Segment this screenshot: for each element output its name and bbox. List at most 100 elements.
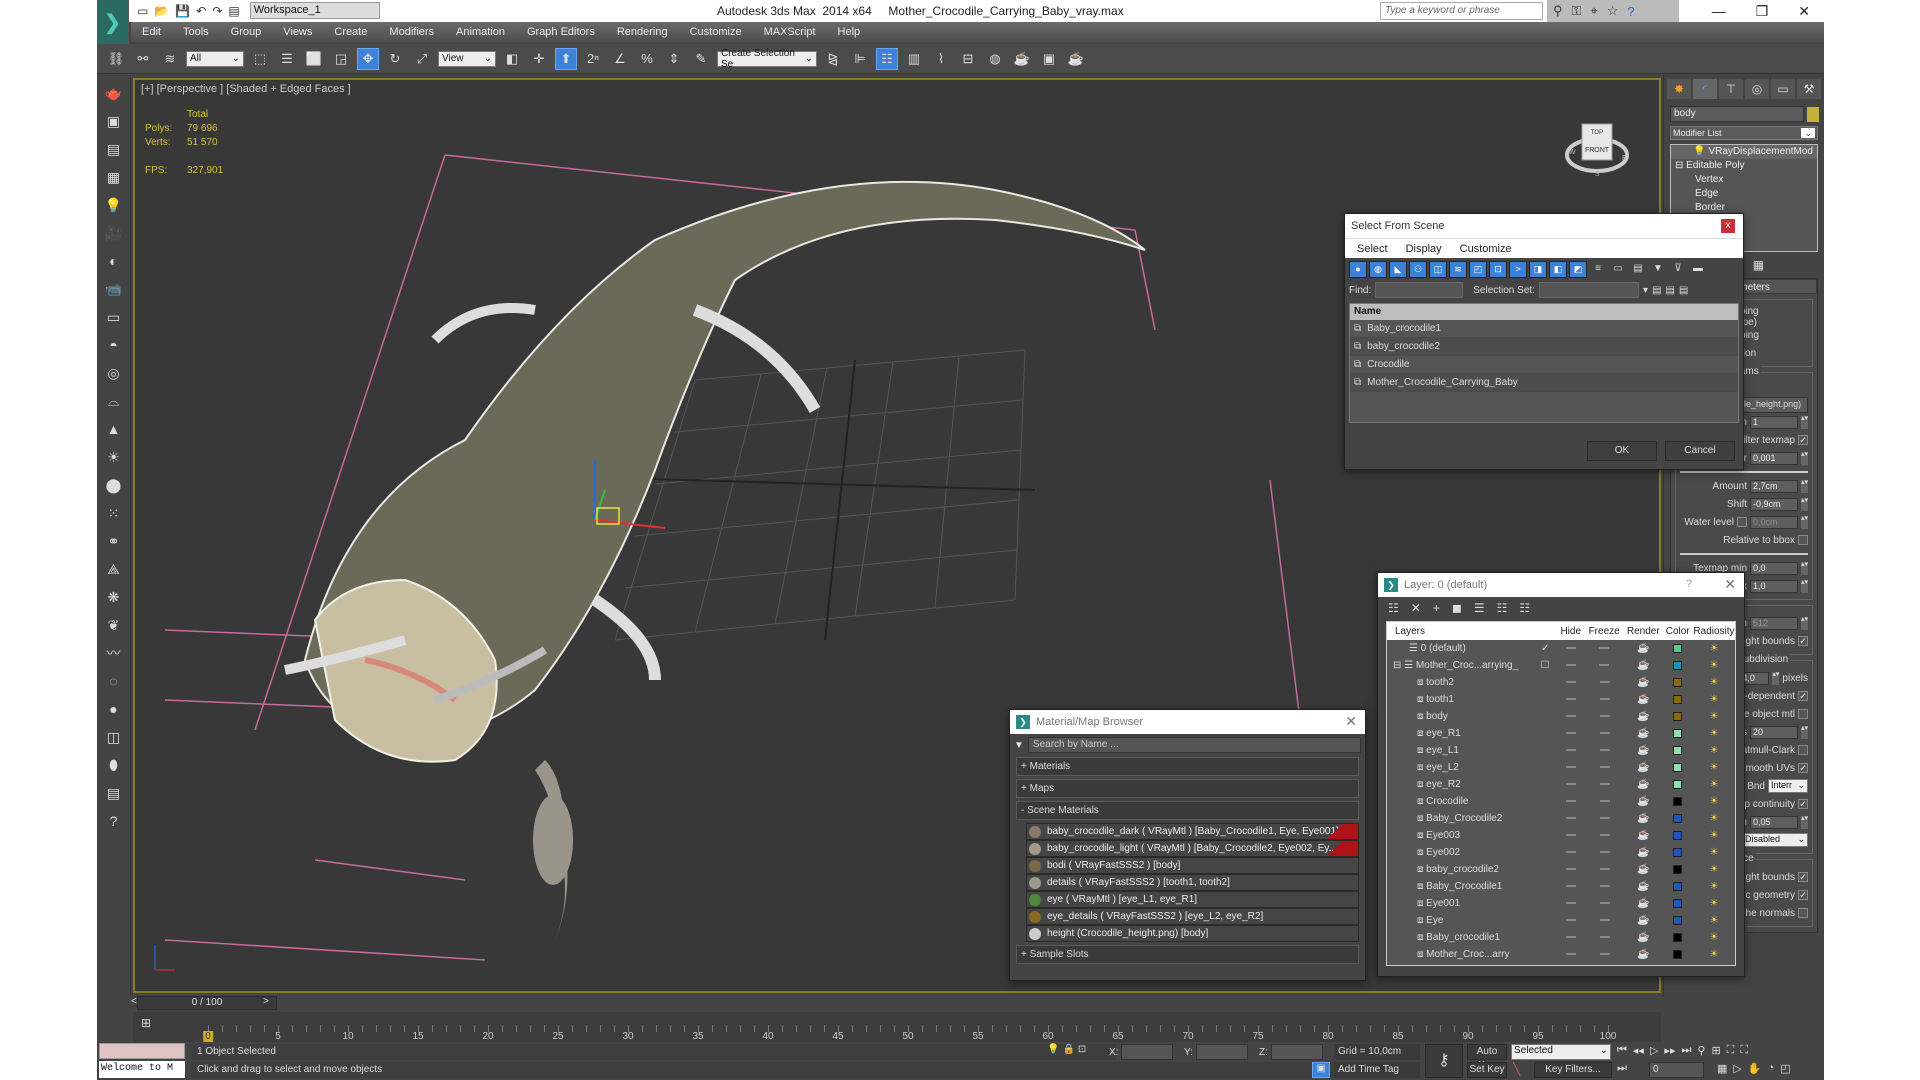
layer-color-swatch[interactable]	[1663, 899, 1693, 908]
hide-toggle[interactable]	[1558, 847, 1585, 858]
highlight-layer-icon[interactable]: ☷	[1497, 601, 1508, 615]
radiosity-icon[interactable]: ☀	[1693, 813, 1735, 824]
window-crossing-icon[interactable]: ◲	[330, 48, 352, 70]
freeze-toggle[interactable]	[1585, 932, 1625, 943]
active-layer-toggle[interactable]: ✓	[1533, 643, 1558, 654]
go-to-start-icon[interactable]: ⏮	[1617, 1044, 1627, 1057]
spinner-snap-icon[interactable]: ⇕	[663, 48, 685, 70]
edge-thresh-spinner[interactable]: 0,05	[1750, 815, 1798, 829]
select-by-name-icon[interactable]: ☰	[276, 48, 298, 70]
render-production-icon[interactable]: ☕	[1065, 48, 1087, 70]
spinner-arrows[interactable]: ▴▾	[1801, 815, 1808, 829]
y-coordinate-field[interactable]	[1195, 1044, 1248, 1060]
layer-name[interactable]: eye_R1	[1426, 728, 1460, 739]
reference-coord-dropdown[interactable]: View ⌄	[438, 50, 496, 67]
layer-row[interactable]: ⧈ Baby_Crocodile1 ☕ ☀	[1387, 878, 1735, 895]
material-list-item[interactable]: eye ( VRayMtl ) [eye_L1, eye_R1]	[1026, 891, 1359, 908]
freeze-toggle[interactable]	[1585, 881, 1625, 892]
render-teapot-icon[interactable]: ☕	[1625, 881, 1663, 892]
render-teapot-icon[interactable]: ☕	[1625, 694, 1663, 705]
radiosity-icon[interactable]: ☀	[1693, 779, 1735, 790]
spinner-arrows[interactable]: ▴▾	[1801, 479, 1808, 493]
render-teapot-icon[interactable]: ☕	[1625, 864, 1663, 875]
layer-row[interactable]: ⧈ Eye001 ☕ ☀	[1387, 895, 1735, 912]
column-radiosity[interactable]: Radiosity	[1693, 626, 1735, 637]
hair-fur-icon[interactable]: 〰	[103, 642, 125, 664]
layer-color-swatch[interactable]	[1663, 950, 1693, 959]
next-frame-icon[interactable]: ▸▸	[1664, 1044, 1675, 1057]
shapes-filter-icon[interactable]: ◍	[1369, 261, 1387, 278]
list-item[interactable]: ⧉ Mother_Crocodile_Carrying_Baby	[1350, 374, 1738, 392]
angle-snap-icon[interactable]: ∠	[609, 48, 631, 70]
material-list-item[interactable]: eye_details ( VRayFastSSS2 ) [eye_L2, ey…	[1026, 908, 1359, 925]
maximize-button[interactable]: ❐	[1756, 3, 1769, 20]
layer-row[interactable]: ⧈ tooth2 ☕ ☀	[1387, 674, 1735, 691]
material-list-item[interactable]: details ( VRayFastSSS2 ) [tooth1, tooth2…	[1026, 874, 1359, 891]
freeze-toggle[interactable]	[1585, 813, 1625, 824]
camera-alt-icon[interactable]: ◐	[103, 250, 125, 272]
layer-row[interactable]: ⧈ tooth1 ☕ ☀	[1387, 691, 1735, 708]
browser-options-icon[interactable]: ▼	[1014, 740, 1024, 751]
section-maps[interactable]: + Maps	[1016, 779, 1359, 798]
radiosity-icon[interactable]: ☀	[1693, 728, 1735, 739]
manipulate-icon[interactable]: ✛	[528, 48, 550, 70]
hide-toggle[interactable]	[1558, 864, 1585, 875]
time-tag-icon[interactable]: ▣	[1312, 1062, 1330, 1078]
isolate-icon[interactable]: 💡	[1047, 1044, 1059, 1055]
menu-display[interactable]: Display	[1406, 243, 1442, 255]
render-teapot-icon[interactable]: ☕	[1625, 847, 1663, 858]
snaps-toggle-icon[interactable]: 2ⁿ	[582, 48, 604, 70]
radiosity-icon[interactable]: ☀	[1693, 660, 1735, 671]
layer-name[interactable]: eye_R2	[1426, 779, 1460, 790]
layer-row[interactable]: ⧈ Baby_crocodile1 ☕ ☀	[1387, 929, 1735, 946]
layer-color-swatch[interactable]	[1663, 763, 1693, 772]
vray-plane-icon[interactable]: ▭	[103, 306, 125, 328]
frozen-filter-icon[interactable]: ◧	[1549, 261, 1567, 278]
play-icon[interactable]: ▷	[1650, 1044, 1658, 1057]
workspace-dropdown[interactable]: Workspace_1	[249, 2, 380, 19]
render-teapot-icon[interactable]: ☕	[1625, 898, 1663, 909]
layer-name[interactable]: eye_L1	[1426, 745, 1459, 756]
keep-continuity-checkbox[interactable]: ✓	[1798, 799, 1808, 809]
undo-icon[interactable]: ↶	[196, 4, 206, 18]
add-time-tag-button[interactable]: Add Time Tag	[1334, 1062, 1420, 1078]
binoculars-icon[interactable]: ⚲	[1553, 3, 1563, 19]
xrefs-filter-icon[interactable]: ⊡	[1489, 261, 1507, 278]
radiosity-icon[interactable]: ☀	[1693, 949, 1735, 960]
layer-row[interactable]: ⧈ body ☕ ☀	[1387, 708, 1735, 725]
material-list-item[interactable]: bodi ( VRayFastSSS2 ) [body]	[1026, 857, 1359, 874]
containers-filter-icon[interactable]: ◨	[1529, 261, 1547, 278]
search-input[interactable]: Type a keyword or phrase	[1380, 2, 1543, 20]
columns-icon[interactable]: ▬	[1689, 261, 1707, 278]
render-teapot-icon[interactable]: ☕	[1625, 949, 1663, 960]
column-layers[interactable]: Layers	[1387, 626, 1533, 637]
water-level-checkbox[interactable]	[1737, 517, 1747, 527]
link-icon[interactable]: ⛓	[105, 48, 127, 70]
cameras-filter-icon[interactable]: ⚇	[1409, 261, 1427, 278]
filter-blur-spinner[interactable]: 0,001	[1750, 451, 1798, 465]
select-object-icon[interactable]: ⬚	[249, 48, 271, 70]
mini-curve-editor-icon[interactable]: ⊞	[141, 1016, 151, 1030]
vray-plane-object-icon[interactable]: ⟁	[103, 558, 125, 580]
stack-item-edge[interactable]: Edge	[1671, 187, 1817, 201]
hide-toggle[interactable]	[1558, 643, 1585, 654]
static-geometry-checkbox[interactable]: ✓	[1798, 890, 1808, 900]
texture-chan-spinner[interactable]: 1	[1750, 415, 1798, 429]
time-slider-thumb[interactable]: 0 / 100	[137, 996, 277, 1010]
layer-row[interactable]: ☰ 0 (default) ✓ ☕ ☀	[1387, 640, 1735, 657]
hide-unhide-all-icon[interactable]: ☷	[1519, 601, 1530, 615]
helpers-filter-icon[interactable]: ◫	[1429, 261, 1447, 278]
layer-name[interactable]: Crocodile	[1426, 796, 1468, 807]
render-teapot-icon[interactable]: ☕	[1624, 643, 1662, 654]
render-teapot-icon[interactable]: ☕	[1625, 745, 1663, 756]
radiosity-icon[interactable]: ☀	[1693, 932, 1735, 943]
freeze-toggle[interactable]	[1585, 728, 1625, 739]
smooth-uvs-checkbox[interactable]: ✓	[1798, 763, 1808, 773]
freeze-toggle[interactable]	[1585, 694, 1625, 705]
save-icon[interactable]: 💾	[175, 4, 190, 18]
hide-toggle[interactable]	[1558, 745, 1585, 756]
render-setup-icon[interactable]: ☕	[1011, 48, 1033, 70]
select-objects-icon[interactable]: ◼	[1452, 601, 1462, 615]
display-none-icon[interactable]: ▭	[1609, 261, 1627, 278]
spinner-arrows[interactable]: ▴▾	[1801, 415, 1808, 429]
